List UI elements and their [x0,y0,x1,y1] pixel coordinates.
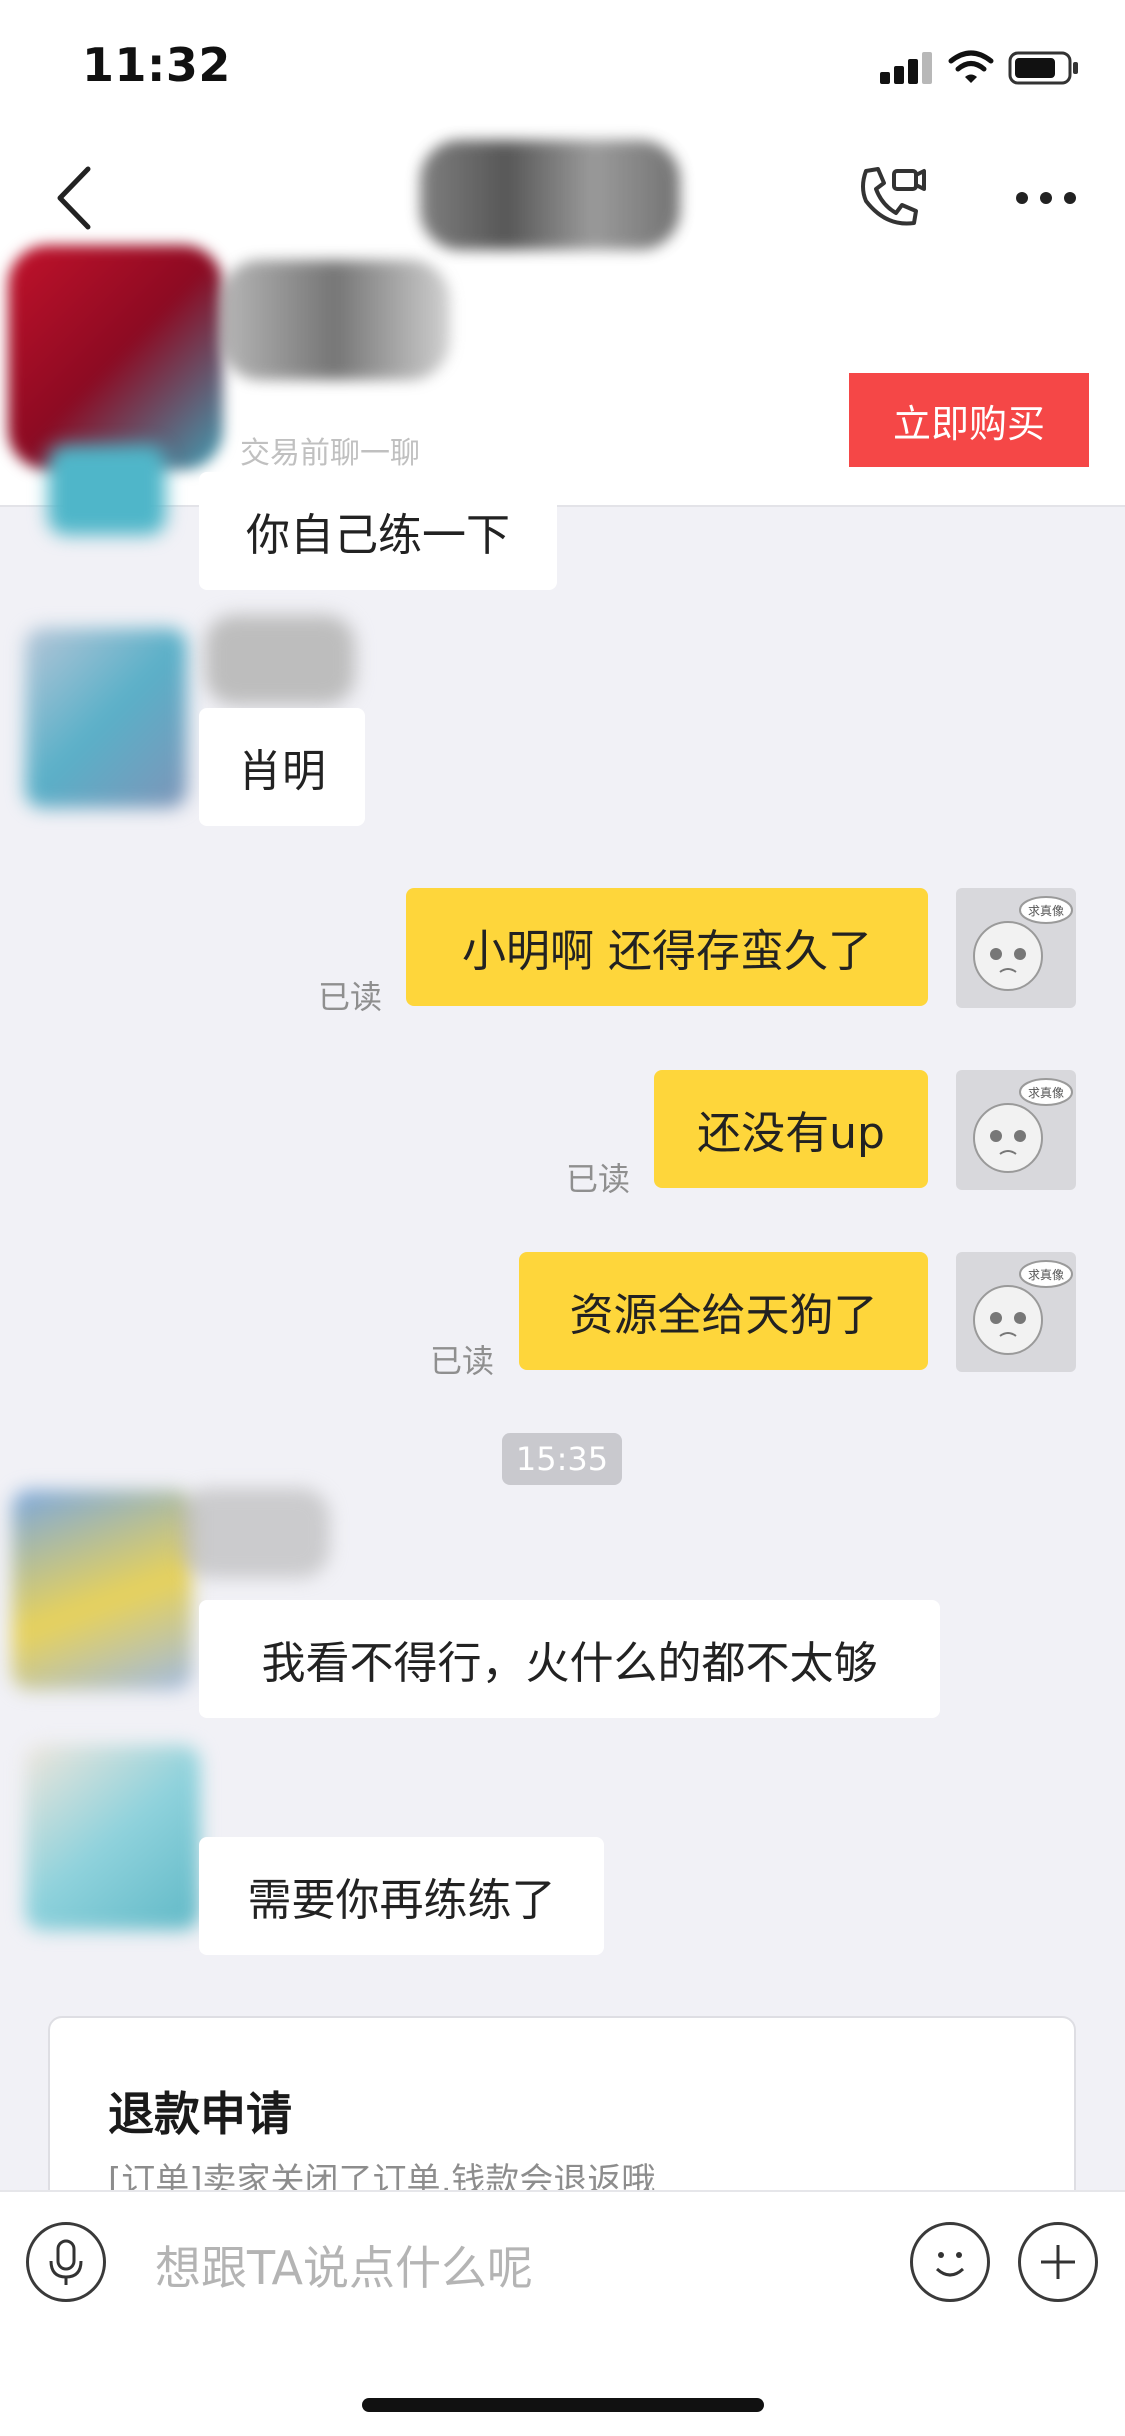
battery-icon [1008,51,1078,85]
home-indicator[interactable] [362,2398,764,2412]
message-bubble: 你自己练一下 [199,472,557,590]
message-bubble: 还没有up [654,1070,928,1188]
message-text: 小明啊 还得存蛮久了 [462,926,872,977]
avatar [25,628,187,808]
voice-button[interactable] [26,2222,106,2302]
message-bubble: 我看不得行，火什么的都不太够 [199,1600,940,1718]
message-text: 需要你再练练了 [247,1875,556,1926]
plus-icon [1041,2245,1075,2279]
header-subtitle: 交易前聊一聊 [240,436,420,471]
more-icon[interactable] [1016,192,1078,206]
status-time: 11:32 [82,38,231,92]
status-bar: 11:32 [0,0,1125,130]
avatar [12,1490,192,1690]
buy-now-button[interactable]: 立即购买 [849,373,1089,467]
sender-name-redacted [180,1488,330,1578]
timestamp-text: 15:35 [515,1440,609,1478]
read-status: 已读 [566,1160,631,1198]
avatar [25,1745,200,1930]
product-title-redacted [220,260,450,380]
avatar [48,445,166,535]
read-status: 已读 [430,1342,495,1380]
message-text: 还没有up [697,1108,885,1159]
contact-name-redacted [420,140,680,250]
avatar[interactable]: 求真像 [956,1252,1076,1372]
home-area [0,2334,1125,2436]
product-image-redacted [8,245,223,470]
message-bubble: 小明啊 还得存蛮久了 [406,888,928,1006]
avatar-badge-text: 求真像 [1028,904,1064,918]
message-text: 我看不得行，火什么的都不太够 [261,1638,878,1689]
cartoon-face-icon: 求真像 [973,1260,1073,1355]
chat-header: 交易前聊一聊 立即购买 [0,130,1125,507]
message-text: 肖明 [238,746,326,797]
avatar[interactable]: 求真像 [956,888,1076,1008]
wifi-icon [948,50,994,83]
message-bubble: 需要你再练练了 [199,1837,604,1955]
avatar-badge-text: 求真像 [1028,1268,1064,1282]
message-bubble: 资源全给天狗了 [519,1252,928,1370]
emoji-button[interactable] [910,2222,990,2302]
input-bar: 想跟TA说点什么呢 [0,2190,1125,2336]
refund-title: 退款申请 [108,2087,292,2141]
timestamp-chip: 15:35 [502,1433,622,1485]
message-bubble: 肖明 [199,708,365,826]
microphone-icon [49,2239,83,2285]
cartoon-face-icon: 求真像 [973,896,1073,991]
cartoon-face-icon: 求真像 [973,1078,1073,1173]
video-call-icon[interactable] [856,163,926,229]
avatar[interactable]: 求真像 [956,1070,1076,1190]
sender-name-redacted [205,615,355,705]
message-input[interactable]: 想跟TA说点什么呢 [155,2232,533,2298]
back-icon[interactable] [54,165,94,231]
message-text: 资源全给天狗了 [569,1290,878,1341]
signal-icon [880,52,932,84]
avatar-badge-text: 求真像 [1028,1086,1064,1100]
message-text: 你自己练一下 [246,510,510,561]
read-status: 已读 [318,978,383,1016]
smile-icon [935,2252,965,2277]
more-actions-button[interactable] [1018,2222,1098,2302]
